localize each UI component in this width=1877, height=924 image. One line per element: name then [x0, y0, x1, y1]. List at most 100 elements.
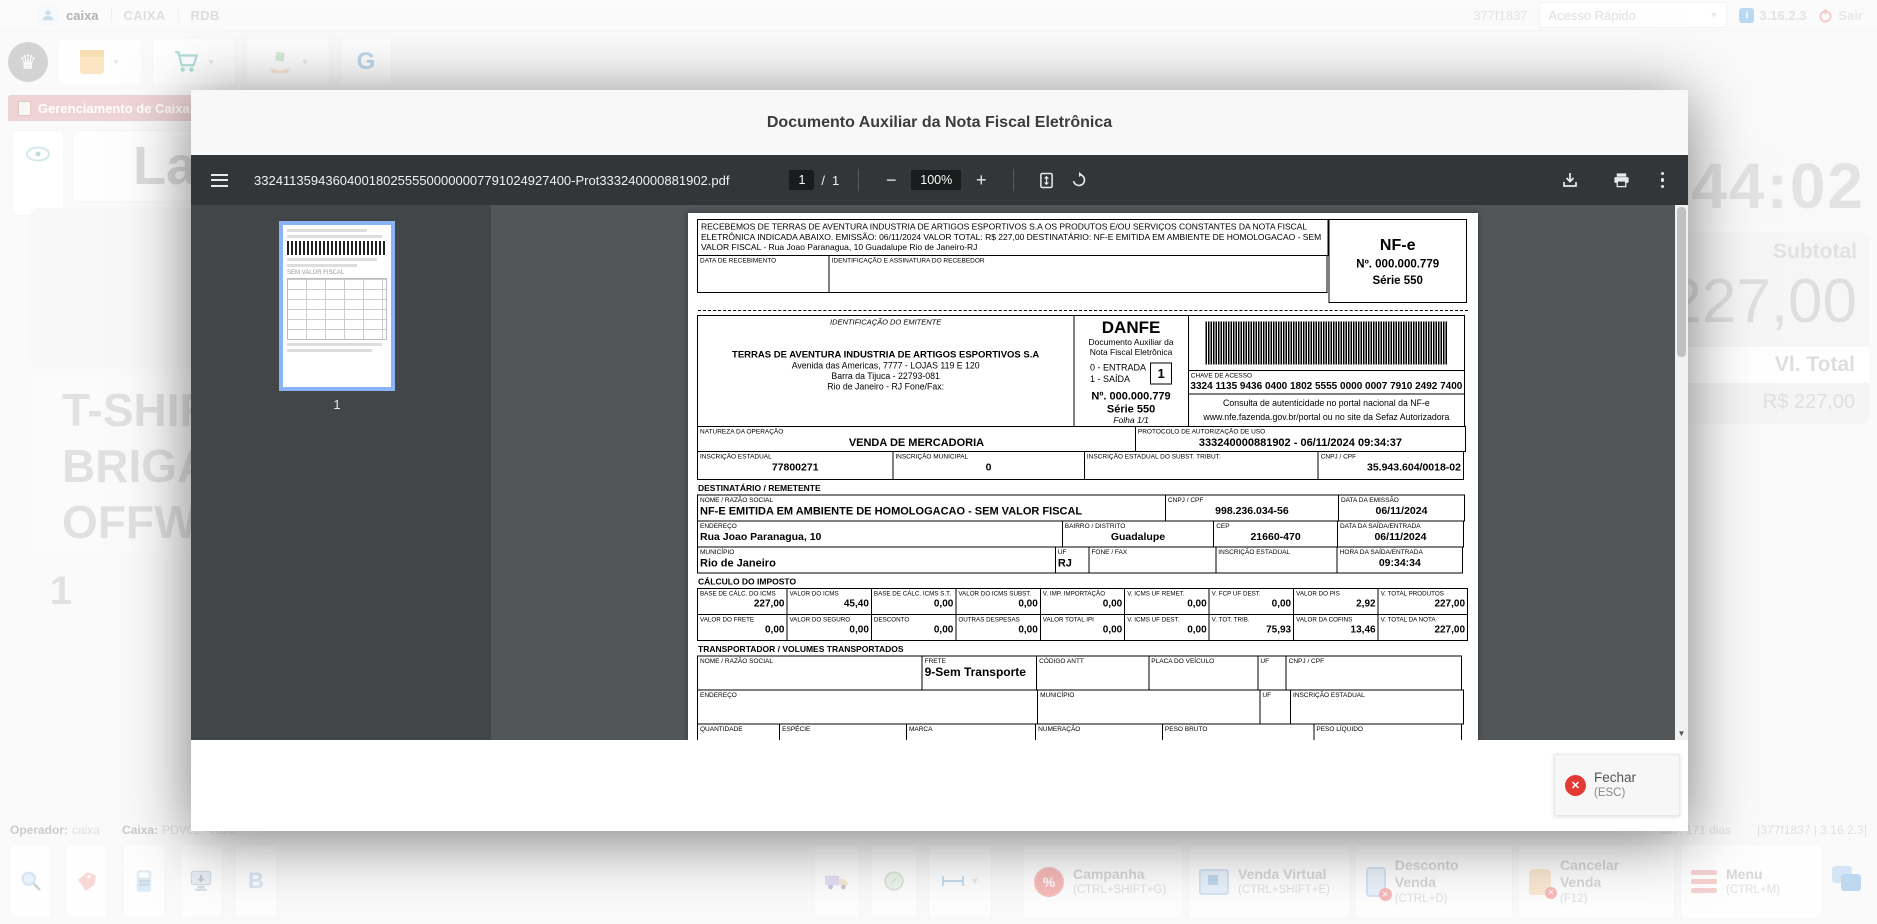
transp-cnpj-label: CNPJ / CPF	[1287, 657, 1461, 666]
dest-fone-label: FONE / FAX	[1089, 548, 1215, 557]
imp-label: OUTRAS DESPESAS	[956, 615, 1039, 624]
close-button[interactable]: ✕ Fechar (ESC)	[1554, 754, 1680, 816]
viewer-scrollbar[interactable]: ▼	[1675, 205, 1688, 740]
emitente-nome: TERRAS DE AVENTURA INDUSTRIA DE ARTIGOS …	[732, 349, 1039, 360]
imp-label: V. TOTAL PRODUTOS	[1379, 589, 1467, 598]
sidebar-toggle-button[interactable]	[211, 174, 228, 187]
imp-label: DESCONTO	[872, 615, 955, 624]
imp-label: V. TOT. TRIB.	[1210, 615, 1293, 624]
danfe-serie: Série 550	[1107, 402, 1155, 415]
transp-uf2	[1260, 700, 1290, 701]
dest-bairro-label: BAIRRO / DISTRITO	[1063, 522, 1213, 531]
transp-ie-label: INSCRIÇÃO ESTADUAL	[1291, 691, 1463, 700]
emitente-endereco2: Barra da Tijuca - 22793-081	[831, 371, 939, 382]
pdf-page-area[interactable]: RECEBEMOS DE TERRAS DE AVENTURA INDUSTRI…	[491, 205, 1688, 740]
page-thumbnail[interactable]: SEM VALOR FISCAL	[279, 221, 395, 391]
page-number-input[interactable]: 1	[789, 170, 814, 190]
dest-endereco: Rua Joao Paranagua, 10	[698, 531, 1062, 544]
danfe-receipt-text: RECEBEMOS DE TERRAS DE AVENTURA INDUSTRI…	[697, 219, 1328, 256]
transp-placa	[1149, 666, 1257, 667]
transp-municipio	[1038, 700, 1259, 701]
imp-value: 227,00	[1379, 624, 1467, 636]
transp-endereco-label: ENDEREÇO	[698, 691, 1037, 700]
transp-cnpj	[1287, 666, 1461, 667]
danfe-subtitle2: Nota Fiscal Eletrônica	[1090, 347, 1173, 357]
imp-label: V. ICMS UF REMET.	[1125, 589, 1208, 598]
screen: caixa CAIXA RDB 377f1837 Acesso Rápido ▼…	[0, 0, 1877, 924]
imp-label: VALOR DA COFINS	[1294, 615, 1377, 624]
transp-endereco	[698, 700, 1037, 701]
imp-label: V. IMP. IMPORTAÇÃO	[1041, 589, 1124, 598]
dest-cnpj: 998.236.034-56	[1166, 505, 1338, 518]
dest-endereco-label: ENDEREÇO	[698, 522, 1062, 531]
imposto-header: CÁLCULO DO IMPOSTO	[698, 577, 1468, 587]
download-button[interactable]	[1557, 167, 1583, 193]
imp-value: 45,40	[787, 598, 870, 610]
dest-uf: RJ	[1056, 557, 1089, 570]
emitente-header: IDENTIFICAÇÃO DO EMITENTE	[830, 318, 941, 327]
scrollbar-thumb[interactable]	[1677, 207, 1686, 357]
zoom-in-button[interactable]: +	[968, 167, 994, 193]
more-options-button[interactable]	[1661, 172, 1665, 189]
pdf-viewer-body: SEM VALOR FISCAL 1 RECEBEMOS DE TERRAS D…	[191, 205, 1688, 740]
transp-especie-label: ESPÉCIE	[780, 725, 906, 734]
imp-value: 0,00	[698, 624, 786, 636]
page-separator: /	[821, 173, 825, 188]
pdf-filename: 3324113594360400180255550000000779102492…	[254, 173, 729, 188]
danfe-tipo: 1	[1150, 363, 1172, 385]
transp-nome	[698, 666, 922, 667]
scroll-down-arrow[interactable]: ▼	[1675, 729, 1688, 738]
imp-value: 0,00	[1125, 624, 1208, 636]
danfe-page: RECEBEMOS DE TERRAS DE AVENTURA INDUSTRI…	[688, 213, 1478, 740]
imp-label: VALOR TOTAL IPI	[1041, 615, 1124, 624]
emitente-endereco1: Avenida das Americas, 7777 - LOJAS 119 E…	[792, 360, 980, 371]
imp-value: 0,00	[1041, 624, 1124, 636]
imp-value: 0,00	[1210, 598, 1293, 610]
iest-value	[1085, 461, 1318, 462]
zoom-level[interactable]: 100%	[911, 170, 961, 190]
im-label: INSCRIÇÃO MUNICIPAL	[893, 452, 1084, 461]
imp-value: 0,00	[872, 598, 955, 610]
danfe-title: DANFE	[1102, 319, 1161, 336]
consulta-line1: Consulta de autenticidade no portal naci…	[1189, 398, 1464, 409]
imp-value: 0,00	[787, 624, 870, 636]
imp-value: 0,00	[956, 598, 1039, 610]
consulta-line2: www.nfe.fazenda.gov.br/portal ou no site…	[1189, 412, 1464, 423]
ie-label: INSCRIÇÃO ESTADUAL	[698, 452, 892, 461]
thumbnail-sidebar: SEM VALOR FISCAL 1	[191, 205, 491, 740]
divider	[858, 169, 859, 191]
print-button[interactable]	[1609, 167, 1635, 193]
nfe-title: NF-e	[1380, 235, 1416, 254]
page-total: 1	[832, 173, 839, 188]
rotate-icon	[1071, 172, 1087, 188]
protocolo-value: 333240000881902 - 06/11/2024 09:34:37	[1136, 436, 1465, 449]
imp-value: 0,00	[956, 624, 1039, 636]
thumbnail-page-number: 1	[279, 397, 395, 412]
thumb-watermark: SEM VALOR FISCAL	[287, 270, 387, 276]
imp-label: VALOR DO SEGURO	[787, 615, 870, 624]
imp-label: V. TOTAL DA NOTA	[1379, 615, 1467, 624]
dest-cep-label: CEP	[1214, 522, 1337, 531]
cnpj-emit-label: CNPJ / CPF	[1319, 452, 1463, 461]
imp-value: 2,92	[1294, 598, 1377, 610]
imp-value: 0,00	[1041, 598, 1124, 610]
rotate-button[interactable]	[1066, 167, 1092, 193]
dest-saida: 06/11/2024	[1338, 531, 1463, 544]
destinatario-header: DESTINATÁRIO / REMETENTE	[698, 484, 1468, 494]
transp-uf1-label: UF	[1258, 657, 1285, 666]
dest-saida-label: DATA DA SAÍDA/ENTRADA	[1338, 522, 1463, 531]
modal-footer: ✕ Fechar (ESC)	[191, 740, 1688, 831]
dest-emissao-label: DATA DA EMISSÃO	[1339, 496, 1464, 505]
dest-municipio: Rio de Janeiro	[698, 557, 1055, 570]
pdf-toolbar: 3324113594360400180255550000000779102492…	[191, 155, 1688, 205]
modal-header: Documento Auxiliar da Nota Fiscal Eletrô…	[191, 90, 1688, 155]
download-icon	[1562, 172, 1578, 188]
transp-marca-label: MARCA	[907, 725, 1035, 734]
transp-numeracao-label: NUMERAÇÃO	[1036, 725, 1162, 734]
transp-placa-label: PLACA DO VEÍCULO	[1149, 657, 1257, 666]
zoom-out-button[interactable]: −	[878, 167, 904, 193]
transp-municipio-label: MUNICÍPIO	[1038, 691, 1259, 700]
fit-page-button[interactable]	[1033, 167, 1059, 193]
dest-hora-label: HORA DA SAÍDA/ENTRADA	[1338, 548, 1462, 557]
transp-qtd-label: QUANTIDADE	[698, 725, 779, 734]
